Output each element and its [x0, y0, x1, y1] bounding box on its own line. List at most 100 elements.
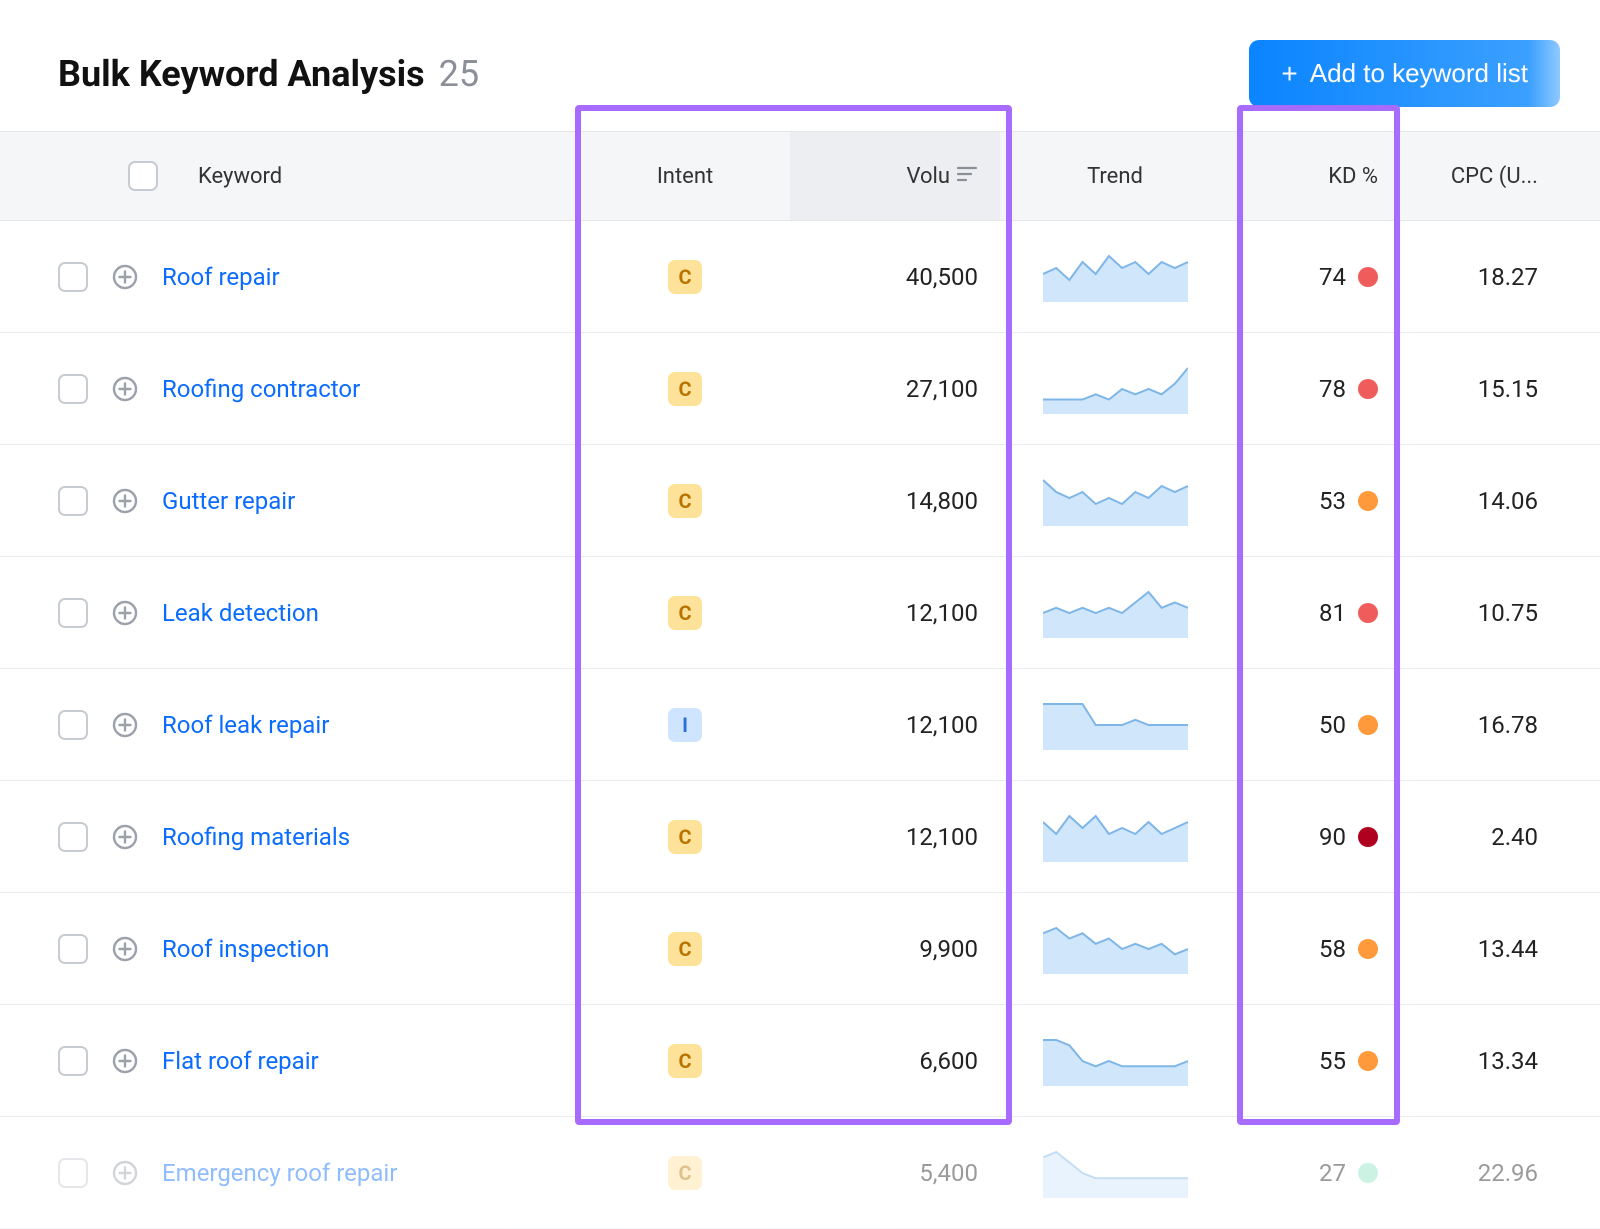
kd-indicator-dot	[1358, 1163, 1378, 1183]
keyword-link[interactable]: Roof inspection	[162, 935, 329, 963]
keyword-link[interactable]: Emergency roof repair	[162, 1159, 397, 1187]
col-keyword[interactable]: Keyword	[198, 164, 282, 189]
trend-sparkline	[1000, 333, 1230, 444]
intent-badge: C	[668, 932, 702, 966]
table-row: Roof inspection C 9,900 58 13.44	[0, 893, 1600, 1005]
cpc-value: 13.34	[1400, 1005, 1560, 1116]
intent-badge: C	[668, 260, 702, 294]
table-row: Leak detection C 12,100 81 10.75	[0, 557, 1600, 669]
expand-icon[interactable]	[110, 374, 140, 404]
intent-badge: C	[668, 820, 702, 854]
add-to-keyword-list-button[interactable]: + Add to keyword list	[1249, 40, 1560, 107]
volume-value: 14,800	[790, 445, 1000, 556]
col-trend[interactable]: Trend	[1000, 132, 1230, 220]
intent-badge: C	[668, 484, 702, 518]
cpc-value: 22.96	[1400, 1117, 1560, 1228]
kd-indicator-dot	[1358, 827, 1378, 847]
expand-icon[interactable]	[110, 486, 140, 516]
kd-value: 90	[1319, 823, 1346, 851]
plus-icon: +	[1281, 60, 1297, 88]
row-checkbox[interactable]	[58, 934, 88, 964]
volume-value: 12,100	[790, 781, 1000, 892]
keyword-link[interactable]: Leak detection	[162, 599, 319, 627]
kd-value: 55	[1319, 1047, 1346, 1075]
cpc-value: 13.44	[1400, 893, 1560, 1004]
row-checkbox[interactable]	[58, 1046, 88, 1076]
result-count: 25	[439, 53, 479, 95]
kd-indicator-dot	[1358, 491, 1378, 511]
intent-badge: C	[668, 1156, 702, 1190]
intent-badge: C	[668, 372, 702, 406]
cpc-value: 10.75	[1400, 557, 1560, 668]
volume-value: 12,100	[790, 557, 1000, 668]
row-checkbox[interactable]	[58, 374, 88, 404]
volume-value: 5,400	[790, 1117, 1000, 1228]
row-checkbox[interactable]	[58, 598, 88, 628]
row-checkbox[interactable]	[58, 710, 88, 740]
expand-icon[interactable]	[110, 934, 140, 964]
row-checkbox[interactable]	[58, 262, 88, 292]
cpc-value: 2.40	[1400, 781, 1560, 892]
intent-badge: I	[668, 708, 702, 742]
kd-indicator-dot	[1358, 603, 1378, 623]
expand-icon[interactable]	[110, 1158, 140, 1188]
cpc-value: 14.06	[1400, 445, 1560, 556]
kd-indicator-dot	[1358, 715, 1378, 735]
row-checkbox[interactable]	[58, 822, 88, 852]
volume-value: 9,900	[790, 893, 1000, 1004]
expand-icon[interactable]	[110, 710, 140, 740]
kd-value: 27	[1319, 1159, 1346, 1187]
trend-sparkline	[1000, 669, 1230, 780]
keyword-link[interactable]: Gutter repair	[162, 487, 295, 515]
kd-indicator-dot	[1358, 1051, 1378, 1071]
expand-icon[interactable]	[110, 598, 140, 628]
volume-value: 40,500	[790, 221, 1000, 332]
keyword-link[interactable]: Roofing contractor	[162, 375, 360, 403]
kd-indicator-dot	[1358, 267, 1378, 287]
select-all-checkbox[interactable]	[128, 161, 158, 191]
cpc-value: 15.15	[1400, 333, 1560, 444]
page-title: Bulk Keyword Analysis	[58, 53, 425, 95]
trend-sparkline	[1000, 221, 1230, 332]
expand-icon[interactable]	[110, 262, 140, 292]
trend-sparkline	[1000, 445, 1230, 556]
col-volume[interactable]: Volu	[790, 132, 1000, 220]
expand-icon[interactable]	[110, 822, 140, 852]
kd-indicator-dot	[1358, 939, 1378, 959]
trend-sparkline	[1000, 557, 1230, 668]
trend-sparkline	[1000, 781, 1230, 892]
keyword-table: Keyword Intent Volu Trend KD % CPC (U...…	[0, 131, 1600, 1229]
col-kd[interactable]: KD %	[1230, 132, 1400, 220]
intent-badge: C	[668, 596, 702, 630]
table-row: Gutter repair C 14,800 53 14.06	[0, 445, 1600, 557]
col-intent[interactable]: Intent	[580, 132, 790, 220]
volume-value: 12,100	[790, 669, 1000, 780]
keyword-link[interactable]: Flat roof repair	[162, 1047, 319, 1075]
keyword-link[interactable]: Roof leak repair	[162, 711, 329, 739]
table-row: Roofing contractor C 27,100 78 15.15	[0, 333, 1600, 445]
row-checkbox[interactable]	[58, 486, 88, 516]
add-button-label: Add to keyword list	[1310, 58, 1528, 89]
trend-sparkline	[1000, 1117, 1230, 1228]
trend-sparkline	[1000, 1005, 1230, 1116]
table-row: Flat roof repair C 6,600 55 13.34	[0, 1005, 1600, 1117]
expand-icon[interactable]	[110, 1046, 140, 1076]
col-cpc[interactable]: CPC (U...	[1400, 132, 1560, 220]
cpc-value: 18.27	[1400, 221, 1560, 332]
table-row: Roof leak repair I 12,100 50 16.78	[0, 669, 1600, 781]
kd-value: 74	[1319, 263, 1346, 291]
table-header-row: Keyword Intent Volu Trend KD % CPC (U...	[0, 131, 1600, 221]
trend-sparkline	[1000, 893, 1230, 1004]
kd-value: 50	[1319, 711, 1346, 739]
intent-badge: C	[668, 1044, 702, 1078]
table-row: Emergency roof repair C 5,400 27 22.96	[0, 1117, 1600, 1229]
sort-desc-icon	[956, 164, 978, 189]
row-checkbox[interactable]	[58, 1158, 88, 1188]
keyword-link[interactable]: Roof repair	[162, 263, 280, 291]
cpc-value: 16.78	[1400, 669, 1560, 780]
table-row: Roofing materials C 12,100 90 2.40	[0, 781, 1600, 893]
volume-value: 27,100	[790, 333, 1000, 444]
table-row: Roof repair C 40,500 74 18.27	[0, 221, 1600, 333]
kd-value: 53	[1319, 487, 1346, 515]
keyword-link[interactable]: Roofing materials	[162, 823, 350, 851]
